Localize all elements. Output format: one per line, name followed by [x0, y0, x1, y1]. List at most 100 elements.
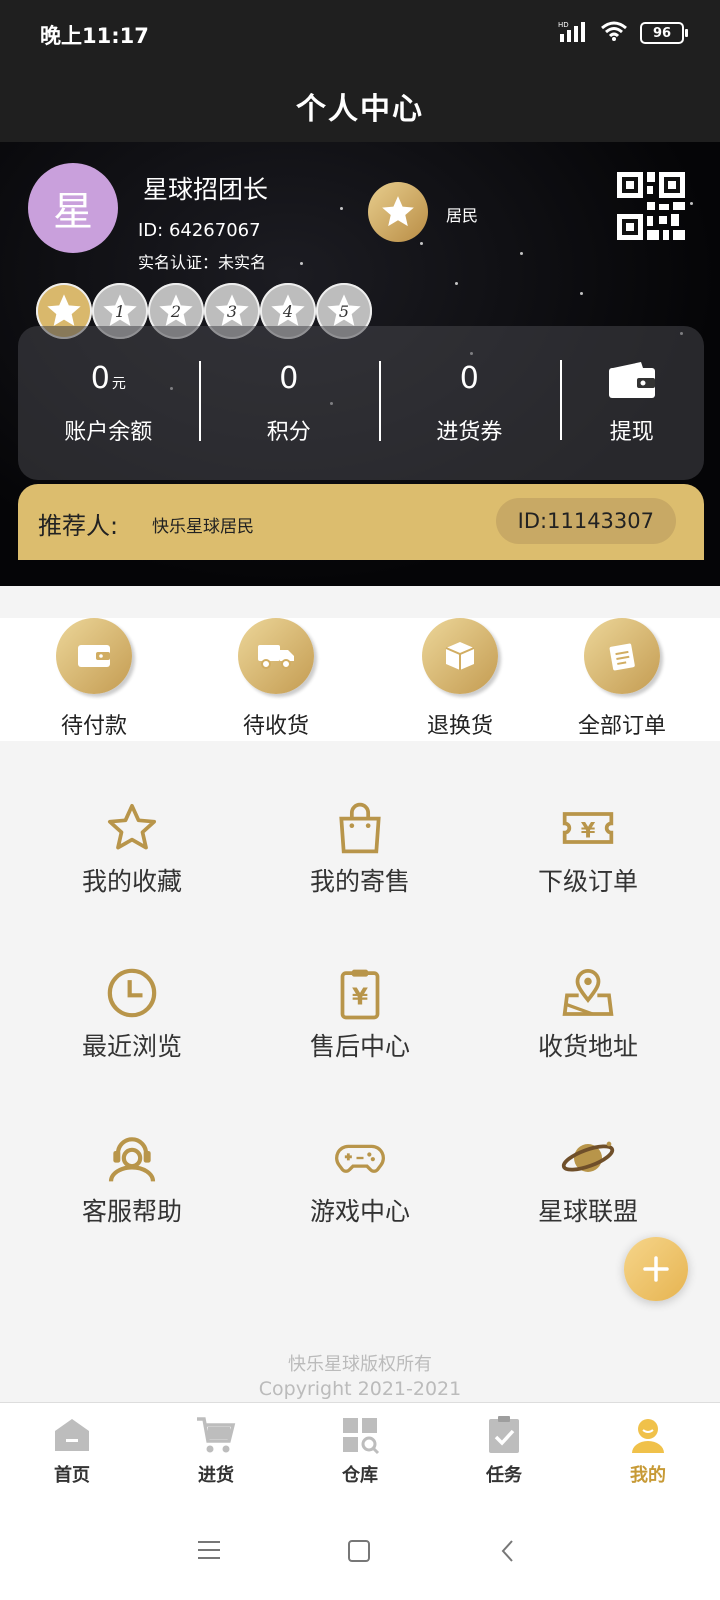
clipboard-yen-icon: ¥	[340, 969, 380, 1020]
withdraw-label: 提现	[609, 420, 654, 445]
menu-address[interactable]: 收货地址	[468, 965, 708, 1063]
tab-warehouse[interactable]: 仓库	[288, 1403, 432, 1502]
planet-icon	[561, 1141, 615, 1172]
order-pending-payment[interactable]: 待付款	[14, 618, 174, 740]
battery-icon: 96	[640, 22, 688, 44]
tab-label: 首页	[54, 1465, 90, 1486]
referrer-label: 推荐人:	[38, 512, 119, 540]
profile-id: ID: 64267067	[138, 220, 261, 241]
stat-points[interactable]: 0 积分	[198, 360, 380, 446]
stat-value: 0	[90, 360, 110, 396]
order-returns[interactable]: 退换货	[380, 618, 540, 740]
level-number: 5	[338, 301, 350, 321]
order-shortcuts: 待付款 待收货 退换货 全部订单	[0, 618, 720, 741]
menu-label: 星球联盟	[537, 1197, 638, 1226]
user-icon	[632, 1419, 664, 1453]
network-type-label: HD	[558, 21, 569, 29]
menu-label: 售后中心	[309, 1032, 410, 1061]
withdraw-button[interactable]: 提现	[559, 360, 704, 446]
level-number: 4	[282, 301, 294, 321]
order-pending-receipt[interactable]: 待收货	[196, 618, 356, 740]
tab-tasks[interactable]: 任务	[432, 1403, 576, 1502]
back-icon[interactable]	[498, 1538, 518, 1564]
level-number: 2	[170, 301, 182, 321]
referrer-bar: 推荐人: 快乐星球居民 ID:11143307	[18, 484, 704, 560]
avatar[interactable]: 星	[28, 163, 118, 253]
box-icon	[422, 618, 498, 694]
page-title: 个人中心	[0, 70, 720, 142]
tab-purchase[interactable]: 进货	[144, 1403, 288, 1502]
profile-name: 星球招团长	[143, 175, 269, 204]
profile-panel: 星 星球招团长 ID: 64267067 实名认证：未实名 居民 1 2 3 4…	[0, 142, 720, 586]
stat-label: 账户余额	[64, 419, 153, 445]
menu-game-center[interactable]: 游戏中心	[240, 1130, 480, 1228]
clock-icon	[107, 968, 157, 1018]
background-star	[455, 282, 458, 285]
ticket-icon: ¥	[562, 812, 614, 844]
status-icons: HD 96	[558, 20, 688, 46]
copyright-cn: 快乐星球版权所有	[288, 1354, 432, 1375]
add-button[interactable]	[624, 1237, 688, 1301]
copyright-footer: 快乐星球版权所有 Copyright 2021-2021	[0, 1350, 720, 1400]
tab-label: 进货	[198, 1465, 234, 1486]
menu-recent[interactable]: 最近浏览	[12, 965, 252, 1063]
map-pin-icon	[562, 969, 614, 1016]
background-star	[300, 262, 303, 265]
referrer-name: 快乐星球居民	[152, 517, 254, 537]
star-icon	[107, 803, 157, 850]
bag-icon	[339, 802, 381, 854]
bottom-tab-bar: 首页 进货 仓库 任务 我的	[0, 1402, 720, 1502]
signal-icon: HD	[558, 20, 588, 46]
menu-customer-service[interactable]: 客服帮助	[12, 1130, 252, 1228]
stat-label: 进货券	[436, 419, 503, 445]
orders-icon	[584, 618, 660, 694]
menu-label: 客服帮助	[81, 1197, 182, 1226]
tab-home[interactable]: 首页	[0, 1403, 144, 1502]
tab-label: 仓库	[342, 1465, 378, 1486]
svg-text:¥: ¥	[352, 983, 368, 1011]
status-bar: 晚上11:17 HD 96	[0, 0, 720, 70]
wifi-icon	[600, 20, 628, 46]
referrer-id: ID:11143307	[495, 498, 676, 544]
home-square-icon[interactable]	[346, 1538, 372, 1564]
background-star	[580, 292, 583, 295]
menu-label: 最近浏览	[81, 1032, 182, 1061]
menu-consignment[interactable]: 我的寄售	[240, 800, 480, 898]
stat-value: 0	[279, 360, 299, 396]
menu-icon[interactable]	[195, 1538, 223, 1562]
background-star	[420, 242, 423, 245]
menu-sub-orders[interactable]: ¥ 下级订单	[468, 800, 708, 898]
menu-label: 我的寄售	[309, 867, 410, 896]
tab-label: 任务	[486, 1465, 522, 1486]
qr-code-icon[interactable]	[617, 172, 685, 240]
tab-mine[interactable]: 我的	[576, 1403, 720, 1502]
order-all[interactable]: 全部订单	[542, 618, 702, 740]
gamepad-icon	[335, 1144, 385, 1173]
stat-unit: 元	[111, 375, 126, 392]
tab-label: 我的	[630, 1465, 666, 1486]
stat-balance[interactable]: 0元 账户余额	[18, 361, 199, 446]
order-label: 全部订单	[577, 714, 666, 739]
status-time: 晚上11:17	[40, 24, 149, 48]
system-nav-bar	[0, 1502, 720, 1600]
menu-label: 收货地址	[537, 1032, 638, 1061]
menu-favorites[interactable]: 我的收藏	[12, 800, 252, 898]
order-label: 待收货	[242, 714, 309, 739]
stat-label: 积分	[266, 419, 311, 445]
background-star	[520, 252, 523, 255]
plus-icon	[643, 1256, 669, 1282]
wallet-icon	[560, 360, 704, 404]
menu-label: 下级订单	[537, 867, 638, 896]
wallet-icon	[56, 618, 132, 694]
level-number: 3	[226, 301, 238, 321]
stat-coupons[interactable]: 0 进货券	[379, 360, 560, 446]
role-star-icon	[368, 182, 428, 242]
menu-label: 游戏中心	[309, 1197, 410, 1226]
role-label: 居民	[446, 206, 479, 225]
menu-after-sales[interactable]: ¥ 售后中心	[240, 965, 480, 1063]
order-label: 待付款	[60, 714, 127, 739]
level-number: 1	[114, 301, 126, 321]
background-star	[690, 202, 693, 205]
copyright-en: Copyright 2021-2021	[258, 1378, 462, 1400]
menu-planet-alliance[interactable]: 星球联盟	[468, 1130, 708, 1228]
